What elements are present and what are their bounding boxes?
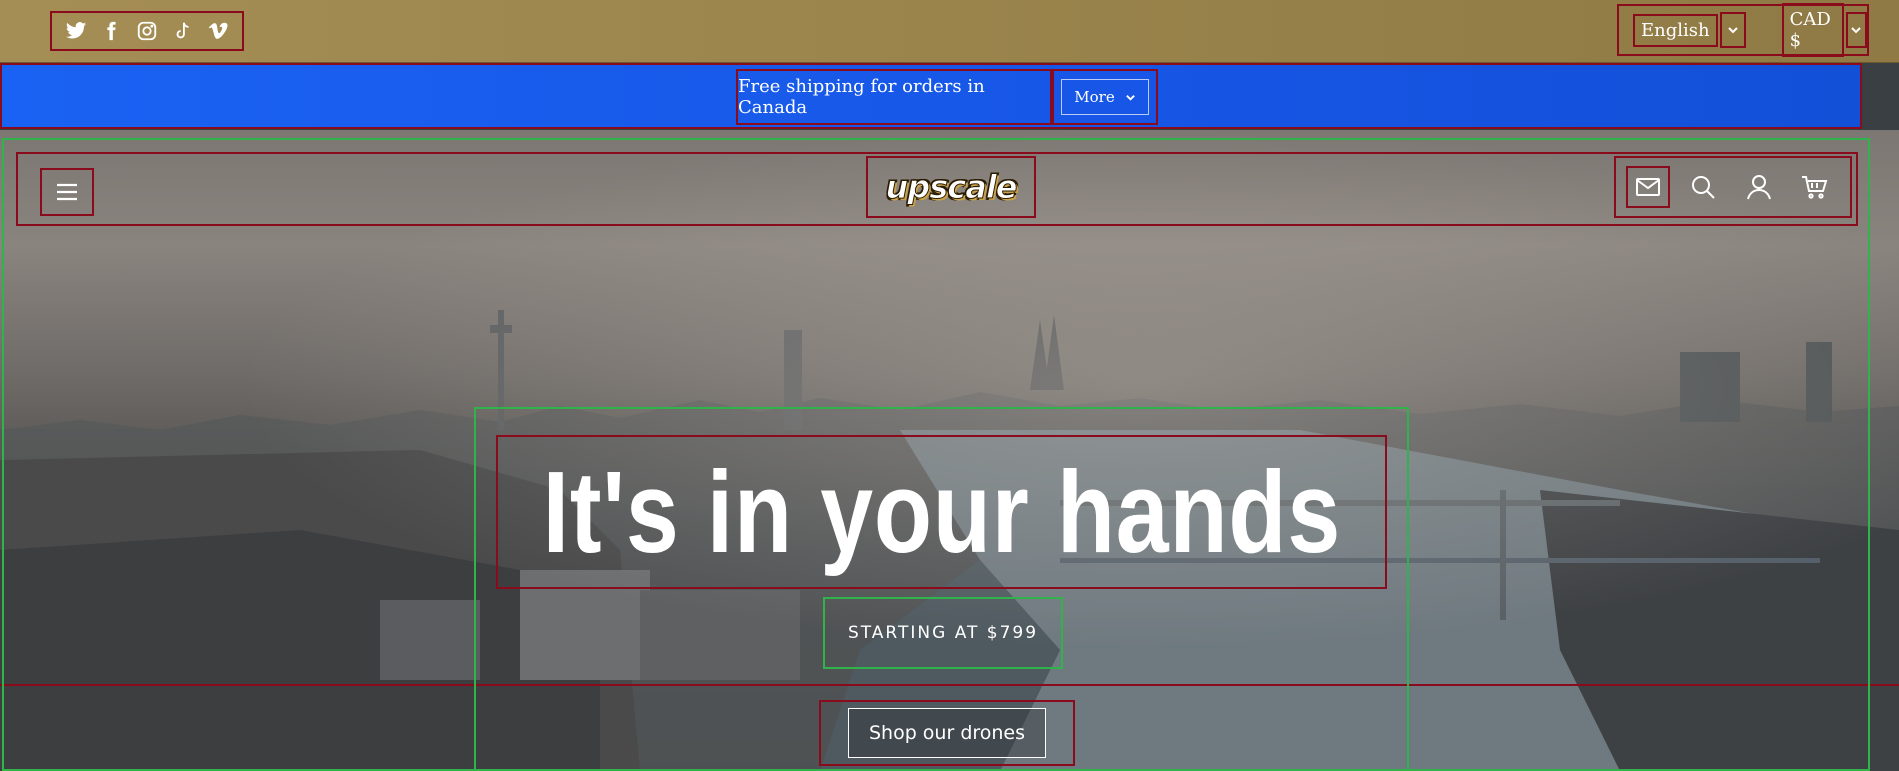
cart-icon[interactable] — [1792, 166, 1836, 208]
hero-cta-box: Shop our drones — [819, 700, 1075, 766]
twitter-icon[interactable] — [63, 18, 89, 44]
chevron-down-icon — [1125, 94, 1135, 101]
hamburger-icon — [57, 183, 77, 201]
language-selector[interactable]: English — [1633, 12, 1746, 48]
more-button[interactable]: More — [1061, 79, 1149, 115]
logo-text: upscale — [885, 168, 1018, 207]
header-icons — [1614, 156, 1852, 218]
announcement-message: Free shipping for orders in Canada — [736, 69, 1052, 125]
language-label[interactable]: English — [1633, 13, 1718, 47]
hero-headline-box: It's in your hands — [496, 435, 1387, 589]
menu-button[interactable] — [40, 168, 94, 216]
facebook-icon[interactable] — [98, 18, 124, 44]
instagram-icon[interactable] — [134, 18, 160, 44]
hero-subheading-box: STARTING AT $799 — [823, 597, 1063, 669]
account-icon[interactable] — [1737, 166, 1781, 208]
currency-label[interactable]: CAD $ — [1781, 3, 1844, 57]
social-links — [50, 11, 244, 51]
announcement-more: More — [1052, 69, 1158, 125]
more-label: More — [1074, 88, 1115, 106]
announcement-bar: Free shipping for orders in Canada More — [0, 63, 1862, 129]
site-logo[interactable]: upscale — [866, 156, 1036, 218]
hero-subheading: STARTING AT $799 — [847, 623, 1039, 643]
shop-drones-button[interactable]: Shop our drones — [847, 708, 1047, 758]
mail-icon[interactable] — [1626, 166, 1670, 208]
search-icon[interactable] — [1681, 166, 1725, 208]
site-header: upscale — [16, 152, 1858, 226]
chevron-down-icon[interactable] — [1719, 12, 1746, 48]
locale-selectors: English CAD $ — [1617, 3, 1869, 57]
hero-headline: It's in your hands — [542, 447, 1341, 577]
hero-content: It's in your hands STARTING AT $799 Shop… — [474, 407, 1409, 771]
top-bar: English CAD $ — [0, 0, 1899, 63]
currency-selector[interactable]: CAD $ — [1781, 3, 1867, 57]
chevron-down-icon[interactable] — [1845, 12, 1867, 48]
vimeo-icon[interactable] — [205, 18, 231, 44]
hero-section: upscale It's in your hands STARTING AT $… — [0, 130, 1899, 771]
tiktok-icon[interactable] — [170, 18, 196, 44]
